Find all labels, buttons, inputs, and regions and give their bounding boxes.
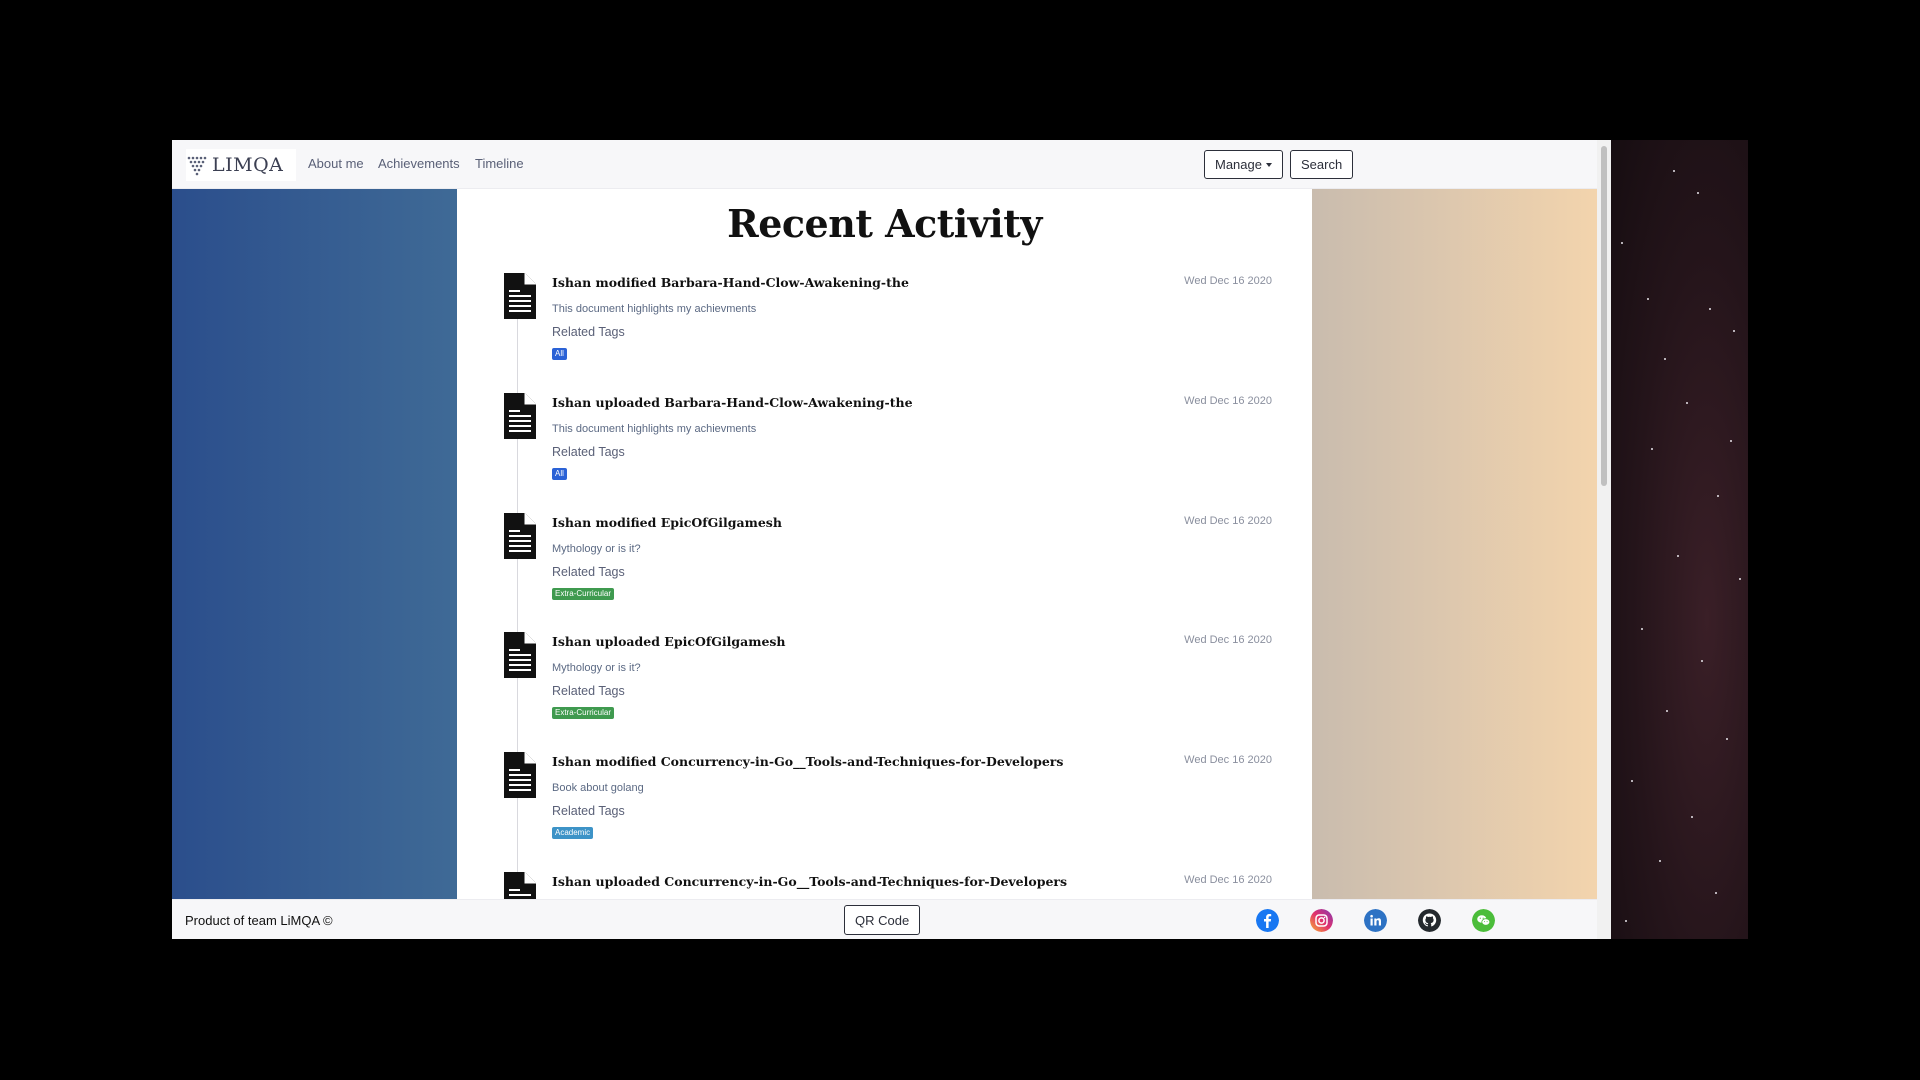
footer: Product of team LiMQA © QR Code: [172, 899, 1597, 939]
logo-icon: [187, 156, 207, 176]
document-icon: [504, 513, 536, 559]
github-icon[interactable]: [1418, 909, 1441, 932]
document-icon: [504, 752, 536, 798]
activity-date: Wed Dec 16 2020: [1184, 515, 1272, 527]
footer-text: Product of team LiMQA ©: [185, 913, 333, 928]
activity-date: Wed Dec 16 2020: [1184, 874, 1272, 886]
document-icon: [504, 872, 536, 899]
navbar: LIMQA About me Achievements Timeline Man…: [172, 140, 1599, 189]
activity-title[interactable]: Ishan uploaded Concurrency-in-Go__Tools-…: [552, 874, 1067, 889]
activity-description: This document highlights my achievments: [552, 423, 757, 435]
activity-item: Ishan modified Concurrency-in-Go__Tools-…: [502, 752, 1272, 862]
related-tags-label: Related Tags: [552, 684, 625, 698]
caret-down-icon: [1265, 163, 1272, 167]
activity-title[interactable]: Ishan modified Concurrency-in-Go__Tools-…: [552, 754, 1063, 769]
facebook-icon[interactable]: [1256, 909, 1279, 932]
manage-dropdown-button[interactable]: Manage: [1204, 150, 1283, 179]
activity-date: Wed Dec 16 2020: [1184, 634, 1272, 646]
activity-item: Ishan modified EpicOfGilgamesh Wed Dec 1…: [502, 513, 1272, 623]
related-tags-label: Related Tags: [552, 445, 625, 459]
activity-description: This document highlights my achievments: [552, 303, 757, 315]
wechat-icon[interactable]: [1472, 909, 1495, 932]
search-button[interactable]: Search: [1290, 150, 1354, 179]
tag-badge[interactable]: Academic: [552, 827, 594, 839]
tag-badge[interactable]: All: [552, 348, 567, 360]
related-tags-label: Related Tags: [552, 804, 625, 818]
activity-description: Mythology or is it?: [552, 543, 641, 555]
qr-code-label: QR Code: [855, 912, 910, 928]
document-icon: [504, 273, 536, 319]
activity-date: Wed Dec 16 2020: [1184, 275, 1272, 287]
linkedin-icon[interactable]: [1364, 909, 1387, 932]
search-label: Search: [1301, 157, 1343, 172]
scrollbar-thumb[interactable]: [1601, 146, 1607, 486]
tag-badge[interactable]: Extra-Curricular: [552, 707, 615, 719]
activity-item: Ishan uploaded Concurrency-in-Go__Tools-…: [502, 872, 1272, 899]
qr-code-button[interactable]: QR Code: [844, 905, 921, 935]
nav-about-me[interactable]: About me: [308, 156, 364, 171]
browser-window: LIMQA About me Achievements Timeline Man…: [172, 140, 1611, 939]
nav-timeline[interactable]: Timeline: [475, 156, 524, 171]
activity-title[interactable]: Ishan modified EpicOfGilgamesh: [552, 515, 782, 530]
activity-title[interactable]: Ishan modified Barbara-Hand-Clow-Awakeni…: [552, 275, 909, 290]
page-title: Recent Activity: [727, 201, 1042, 246]
activity-title[interactable]: Ishan uploaded Barbara-Hand-Clow-Awakeni…: [552, 395, 913, 410]
logo[interactable]: LIMQA: [186, 149, 296, 181]
tag-badge[interactable]: Extra-Curricular: [552, 588, 615, 600]
starfield-background: [1611, 140, 1748, 939]
document-icon: [504, 632, 536, 678]
left-gradient-panel: [172, 189, 457, 899]
tag-badge[interactable]: All: [552, 468, 567, 480]
related-tags-label: Related Tags: [552, 325, 625, 339]
activity-content: Recent Activity Ishan modified Barbara-H…: [457, 189, 1312, 899]
logo-text: LIMQA: [212, 154, 284, 176]
instagram-icon[interactable]: [1310, 909, 1333, 932]
activity-item: Ishan modified Barbara-Hand-Clow-Awakeni…: [502, 273, 1272, 383]
activity-item: Ishan uploaded EpicOfGilgamesh Wed Dec 1…: [502, 632, 1272, 742]
right-gradient-panel: [1312, 189, 1597, 899]
nav-achievements[interactable]: Achievements: [378, 156, 460, 171]
manage-label: Manage: [1215, 157, 1262, 172]
activity-date: Wed Dec 16 2020: [1184, 395, 1272, 407]
activity-description: Mythology or is it?: [552, 662, 641, 674]
activity-title[interactable]: Ishan uploaded EpicOfGilgamesh: [552, 634, 786, 649]
activity-date: Wed Dec 16 2020: [1184, 754, 1272, 766]
activity-description: Book about golang: [552, 782, 644, 794]
related-tags-label: Related Tags: [552, 565, 625, 579]
activity-item: Ishan uploaded Barbara-Hand-Clow-Awakeni…: [502, 393, 1272, 503]
document-icon: [504, 393, 536, 439]
